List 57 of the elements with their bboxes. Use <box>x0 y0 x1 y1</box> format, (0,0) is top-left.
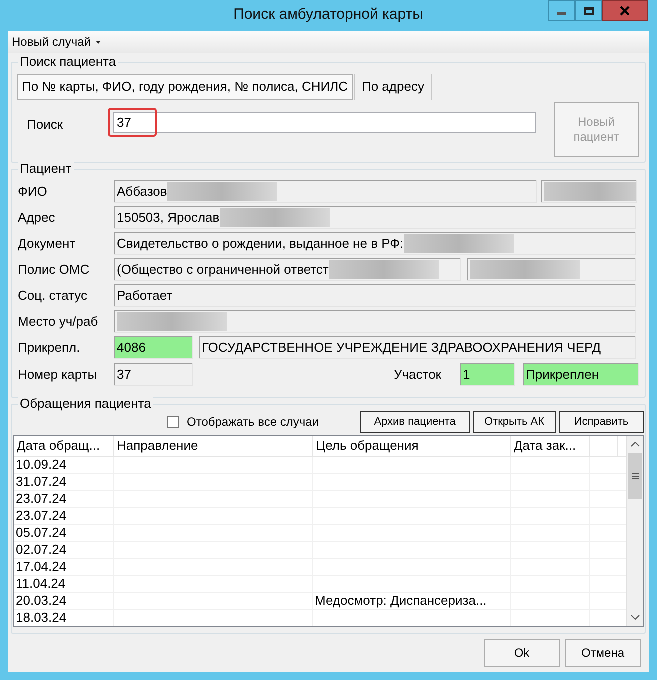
field-label: Место уч/раб <box>18 312 100 331</box>
field-value: 150503, Ярослав <box>117 208 220 227</box>
field-label: Соц. статус <box>18 286 88 305</box>
close-button[interactable] <box>602 0 648 21</box>
field-value: 37 <box>117 366 132 384</box>
table-cell-text: 23.07.24 <box>16 490 67 508</box>
field-label: Номер карты <box>18 366 98 384</box>
table-cell-text: 02.07.24 <box>16 541 67 560</box>
menu-item[interactable]: Новый случай <box>11 33 102 51</box>
action-button[interactable]: Открыть АК <box>473 411 556 433</box>
caret-icon <box>96 40 102 44</box>
table-cell-text: 11.04.24 <box>16 575 66 594</box>
column-header[interactable]: Дата зак... <box>511 436 590 456</box>
field-value: Прикреплен <box>526 366 600 384</box>
table-cell-text: 31.07.24 <box>16 473 67 492</box>
field-label: Прикрепл. <box>18 338 82 357</box>
maximize-button[interactable] <box>575 0 602 21</box>
field-value: Свидетельство о рождении, выданное не в РФ: <box>117 234 404 253</box>
minimize-button[interactable] <box>548 0 575 21</box>
checkbox[interactable] <box>167 416 179 428</box>
field-value: Аббазов <box>117 182 168 201</box>
window-title: Поиск амбулаторной карты <box>234 5 424 26</box>
group-title: Обращения пациента <box>18 396 154 412</box>
checkbox-label: Отображать все случаи <box>187 414 319 431</box>
column-header[interactable]: Дата обращ... <box>14 436 114 456</box>
field-label: Участок <box>394 366 442 384</box>
column-header[interactable]: Направление <box>114 436 313 456</box>
field-label: Документ <box>18 234 77 253</box>
action-button[interactable]: Архив пациента <box>360 411 470 433</box>
field-value: (Общество с ограниченной ответст <box>117 260 329 279</box>
scrollbar[interactable] <box>626 436 643 626</box>
table-cell-text: Медосмотр: Диспансериза... <box>315 592 487 610</box>
field-label: Полис ОМС <box>18 260 91 279</box>
search-label: Поиск <box>27 116 64 134</box>
field-value: 4086 <box>117 338 146 357</box>
search-tab[interactable]: По адресу <box>354 74 432 100</box>
table-cell-text: 10.09.24 <box>16 456 67 474</box>
table-cell-text: 17.04.24 <box>16 558 67 576</box>
search-tab[interactable]: По № карты, ФИО, году рождения, № полиса, СНИЛС <box>17 74 353 100</box>
search-field[interactable]: 37 <box>113 112 536 133</box>
table-cell-text: 18.03.24 <box>16 609 67 626</box>
field-value: Работает <box>117 286 173 305</box>
group-title: Поиск пациента <box>18 54 118 70</box>
scroll-thumb[interactable] <box>628 453 642 499</box>
column-header[interactable]: Цель обращения <box>313 436 511 456</box>
dialog-button[interactable]: Отмена <box>565 639 641 667</box>
dialog-button[interactable]: Ok <box>484 639 560 667</box>
table-cell-text: 05.07.24 <box>16 524 67 542</box>
action-button[interactable]: Исправить <box>559 411 644 433</box>
group-title: Пациент <box>18 161 74 177</box>
table-cell-text: 20.03.24 <box>16 592 67 610</box>
table-cell-text: 23.07.24 <box>16 507 67 526</box>
field-label: ФИО <box>18 182 48 201</box>
field-value: ГОСУДАРСТВЕННОЕ УЧРЕЖДЕНИЕ ЗДРАВООХРАНЕНИЯ ЧЕРД <box>202 338 602 357</box>
field-label: Адрес <box>18 208 56 227</box>
close-icon[interactable] <box>620 6 630 16</box>
field-value: 1 <box>463 366 470 384</box>
